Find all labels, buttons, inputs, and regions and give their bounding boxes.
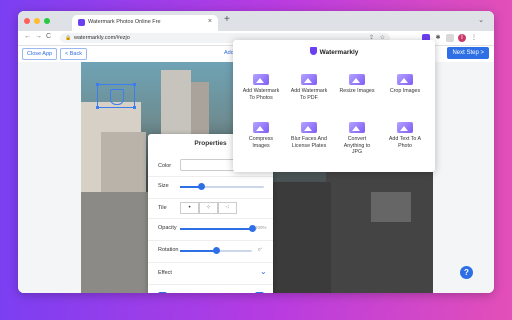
tool-add-text[interactable]: Add Text To A Photo — [381, 122, 429, 149]
tile-single-icon[interactable]: • — [180, 202, 199, 214]
divider — [148, 262, 273, 263]
resize-handle[interactable] — [133, 83, 136, 86]
watermarkly-favicon-icon — [78, 19, 85, 26]
reload-icon[interactable]: C — [46, 33, 51, 40]
tool-label: Blur Faces And — [291, 136, 327, 142]
rotation-slider[interactable] — [180, 247, 252, 254]
tool-compress-images[interactable]: Compress Images — [237, 122, 285, 149]
sidebar-icon[interactable] — [446, 34, 454, 42]
duplicate-icon[interactable] — [158, 292, 167, 293]
tool-resize-images[interactable]: Resize Images — [333, 74, 381, 95]
watermarkly-logo-icon — [309, 47, 317, 55]
back-button[interactable]: < Back — [60, 48, 87, 60]
size-label: Size — [158, 183, 169, 189]
tool-label: Add Watermark — [290, 88, 328, 94]
browser-menu-icon[interactable]: ⋮ — [470, 34, 478, 42]
tab-title: Watermark Photos Online Fre — [88, 19, 161, 25]
tool-crop-images[interactable]: Crop Images — [381, 74, 429, 95]
extensions-puzzle-icon[interactable]: ✱ — [434, 34, 442, 42]
tool-label: To Photos — [249, 94, 273, 101]
tile-diagonal-icon[interactable]: ⁖ — [218, 202, 237, 214]
rotation-slider-knob[interactable] — [212, 247, 220, 254]
divider — [148, 218, 273, 219]
delete-trash-icon[interactable] — [255, 292, 264, 293]
profile-avatar[interactable]: I — [458, 34, 466, 42]
resize-handle[interactable] — [133, 106, 136, 109]
tool-add-watermark-photos[interactable]: Add Watermark To Photos — [237, 74, 285, 101]
popup-title: Watermarkly — [319, 49, 359, 56]
divider — [148, 176, 273, 177]
tool-label: JPG — [351, 149, 363, 155]
image-icon — [253, 74, 269, 85]
tool-label: Images — [252, 142, 270, 149]
effect-chevron-down-icon[interactable]: ⌄ — [260, 267, 267, 276]
divider — [148, 284, 273, 285]
maximize-window-button[interactable] — [44, 18, 50, 24]
convert-icon — [349, 122, 365, 133]
tool-label: Anything to — [343, 142, 371, 149]
tool-label: Resize Images — [339, 88, 375, 94]
opacity-label: Opacity — [158, 225, 177, 231]
close-window-button[interactable] — [24, 18, 30, 24]
rotation-value: 0° — [258, 247, 263, 252]
back-arrow-icon[interactable]: ← — [24, 33, 31, 40]
size-slider-knob[interactable] — [197, 183, 205, 190]
building-shape — [326, 162, 433, 293]
color-label: Color — [158, 163, 172, 169]
text-image-icon — [397, 122, 413, 133]
tile-label: Tile — [158, 205, 167, 211]
pdf-image-icon — [301, 74, 317, 85]
url-text: watermarkly.com/#ezjo — [74, 35, 130, 41]
divider — [148, 240, 273, 241]
new-tab-button[interactable]: + — [224, 14, 230, 25]
popup-header: Watermarkly — [233, 47, 435, 56]
tool-blur-faces[interactable]: Blur Faces And License Plates — [285, 122, 333, 149]
building-shape — [191, 82, 209, 142]
tab-bar: Watermark Photos Online Fre × + ⌄ — [18, 11, 494, 31]
tool-label: Add Text To A — [388, 136, 422, 142]
crop-icon — [397, 74, 413, 85]
help-button[interactable]: ? — [460, 266, 473, 279]
tool-label: Photo — [398, 142, 412, 149]
next-step-button[interactable]: Next Step > — [447, 47, 489, 59]
tool-label: Add Watermark — [242, 88, 280, 94]
forward-arrow-icon[interactable]: → — [35, 33, 42, 40]
rotation-slider-fill — [180, 250, 216, 252]
resize-handle[interactable] — [96, 106, 99, 109]
browser-window: Watermark Photos Online Fre × + ⌄ ← → C … — [18, 11, 494, 293]
resize-icon — [349, 74, 365, 85]
tool-label: Crop Images — [389, 88, 421, 94]
divider — [148, 198, 273, 199]
browser-tab[interactable]: Watermark Photos Online Fre × — [72, 15, 218, 31]
opacity-slider-fill — [180, 228, 252, 230]
rotation-label: Rotation — [158, 247, 179, 253]
opacity-value: 100% — [255, 225, 267, 230]
building-shape — [81, 192, 151, 293]
watermarkly-extension-popup: Watermarkly Add Watermark To Photos Add … — [233, 40, 435, 172]
size-slider[interactable] — [180, 183, 264, 190]
watermark-selection-box[interactable] — [96, 83, 136, 109]
close-app-button[interactable]: Close App — [22, 48, 58, 60]
watermark-logo-icon — [110, 89, 124, 105]
resize-handle[interactable] — [96, 83, 99, 86]
rooftop-structure — [371, 192, 411, 222]
tool-label: Convert — [347, 136, 367, 142]
blur-icon — [301, 122, 317, 133]
tool-add-watermark-pdf[interactable]: Add Watermark To PDF — [285, 74, 333, 101]
opacity-slider[interactable] — [180, 225, 256, 232]
tool-label: License Plates — [291, 142, 327, 149]
building-shape — [161, 70, 191, 140]
tool-label: To PDF — [300, 94, 318, 101]
tile-grid-icon[interactable]: ⁘ — [199, 202, 218, 214]
tool-label: Compress — [248, 136, 274, 142]
tab-close-icon[interactable]: × — [208, 18, 212, 25]
tab-search-icon[interactable]: ⌄ — [478, 16, 484, 24]
lock-icon: 🔒 — [65, 35, 72, 41]
compress-icon — [253, 122, 269, 133]
tool-convert-jpg[interactable]: Convert Anything to JPG — [333, 122, 381, 156]
minimize-window-button[interactable] — [34, 18, 40, 24]
effect-label: Effect — [158, 270, 172, 276]
